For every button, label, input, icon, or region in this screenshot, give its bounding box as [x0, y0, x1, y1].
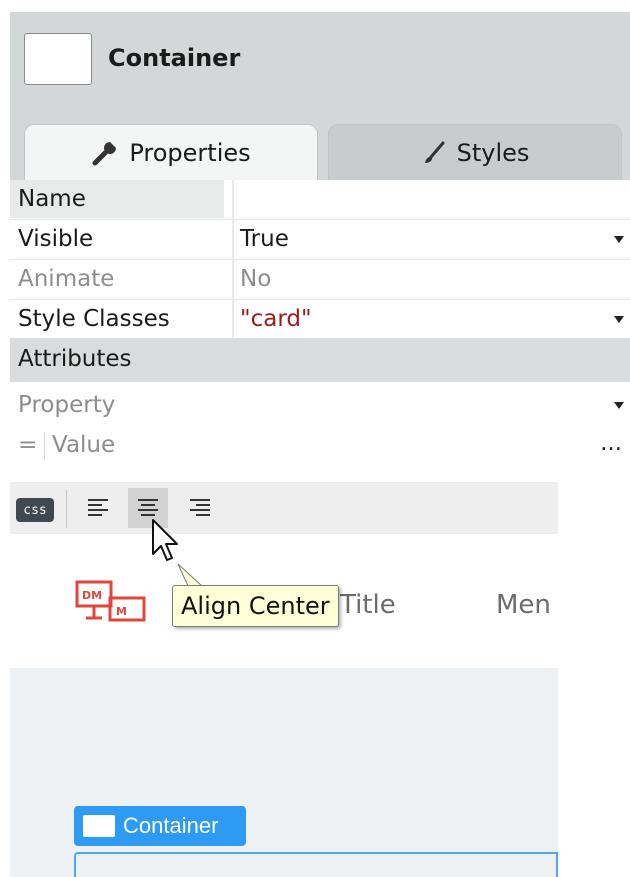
mouse-cursor-icon: [150, 518, 182, 570]
css-button[interactable]: css: [16, 498, 54, 522]
canvas-menu-text[interactable]: Men: [496, 590, 551, 620]
column-separator: [232, 260, 234, 300]
tab-properties-label: Properties: [129, 138, 251, 167]
chevron-down-icon[interactable]: [614, 316, 624, 323]
attribute-value-input[interactable]: Value: [52, 432, 115, 458]
tab-styles-label: Styles: [456, 138, 530, 167]
property-row-style-classes[interactable]: Style Classes "card": [10, 300, 630, 340]
widget-title: Container: [108, 44, 241, 72]
attribute-property-row[interactable]: Property: [10, 386, 630, 426]
align-center-tooltip: Align Center: [172, 585, 339, 627]
column-separator: [232, 220, 234, 260]
attribute-value-row[interactable]: = Value ...: [10, 426, 630, 466]
container-badge[interactable]: Container: [74, 806, 246, 846]
svg-text:M: M: [116, 605, 127, 618]
more-button[interactable]: ...: [600, 430, 622, 456]
attribute-property-input[interactable]: Property: [18, 392, 115, 418]
toolbar-separator: [66, 490, 67, 528]
column-separator: [232, 300, 234, 340]
attributes-title: Attributes: [18, 346, 132, 372]
property-animate-value: No: [240, 266, 272, 292]
property-visible-value[interactable]: True: [240, 226, 289, 252]
property-row-animate: Animate No: [10, 260, 630, 300]
svg-text:DM: DM: [82, 589, 102, 602]
chevron-down-icon[interactable]: [614, 236, 624, 243]
align-right-icon: [190, 499, 210, 516]
align-left-button[interactable]: [78, 488, 118, 528]
property-style-classes-value[interactable]: "card": [240, 306, 312, 332]
equals-sign: =: [18, 432, 38, 458]
canvas-title-text[interactable]: Title: [340, 590, 396, 620]
property-animate-label: Animate: [18, 266, 115, 292]
value-separator: [44, 432, 45, 460]
property-row-name[interactable]: Name: [10, 180, 630, 220]
align-center-icon: [138, 499, 158, 516]
tab-styles[interactable]: Styles: [328, 124, 622, 180]
property-style-classes-label: Style Classes: [18, 306, 170, 332]
widget-header: [10, 12, 630, 124]
app-logo-icon: DM M: [74, 578, 150, 628]
container-badge-label: Container: [123, 813, 219, 838]
selected-container-outline[interactable]: [74, 852, 558, 877]
property-visible-label: Visible: [18, 226, 94, 252]
chevron-down-icon[interactable]: [614, 402, 624, 409]
container-widget-icon: [24, 33, 92, 85]
wrench-icon: [91, 139, 119, 167]
property-row-visible[interactable]: Visible True: [10, 220, 630, 260]
property-name-label: Name: [18, 186, 86, 212]
container-widget-icon: [83, 815, 115, 837]
attributes-section-header: Attributes: [10, 338, 630, 382]
brush-icon: [421, 140, 447, 166]
tab-properties[interactable]: Properties: [24, 124, 318, 180]
align-left-icon: [88, 499, 108, 516]
column-separator: [232, 180, 234, 220]
align-right-button[interactable]: [180, 488, 220, 528]
